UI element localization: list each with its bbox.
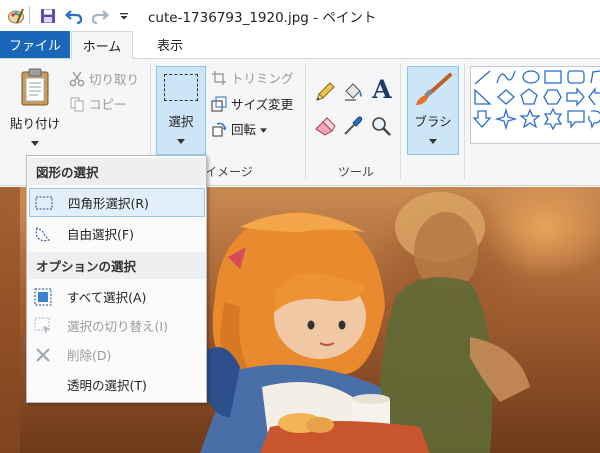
save-icon[interactable] bbox=[38, 6, 58, 26]
text-icon[interactable]: A bbox=[370, 76, 394, 104]
tools-group-label: ツール bbox=[338, 165, 375, 179]
menu-section-shape-selection: 図形の選択 bbox=[28, 158, 206, 185]
rotate-label: 回転 bbox=[231, 122, 257, 137]
copy-icon bbox=[68, 95, 86, 113]
group-separator bbox=[305, 63, 306, 179]
invert-selection-icon bbox=[32, 315, 54, 337]
select-all-icon bbox=[32, 286, 54, 308]
crop-icon bbox=[210, 69, 228, 87]
eraser-icon[interactable] bbox=[314, 115, 336, 137]
transparent-selection-icon bbox=[32, 374, 54, 396]
menu-item-label: 削除(D) bbox=[67, 348, 112, 363]
menu-item-label: 選択の切り替え(I) bbox=[67, 319, 168, 334]
shapes-gallery[interactable] bbox=[470, 66, 600, 144]
customize-dropdown-icon[interactable] bbox=[114, 6, 134, 26]
copy-label: コピー bbox=[89, 97, 127, 112]
fill-bucket-icon[interactable] bbox=[342, 81, 364, 103]
menu-item-transparent-selection[interactable]: 透明の選択(T) bbox=[29, 370, 205, 399]
shapes-grid bbox=[472, 70, 600, 131]
brushes-label: ブラシ bbox=[414, 114, 452, 129]
menu-item-label: 透明の選択(T) bbox=[67, 378, 147, 393]
menu-item-free-form-selection[interactable]: 自由選択(F) bbox=[29, 219, 205, 248]
title-bar: cute-1736793_1920.jpg - ペイント bbox=[0, 0, 600, 31]
group-separator bbox=[464, 63, 465, 179]
menu-section-selection-options: オプションの選択 bbox=[28, 252, 206, 279]
select-button[interactable]: 選択 bbox=[156, 66, 206, 155]
menu-item-select-all[interactable]: すべて選択(A) bbox=[29, 282, 205, 311]
crop-label: トリミング bbox=[231, 71, 294, 86]
crop-button[interactable]: トリミング bbox=[210, 68, 294, 87]
tab-home[interactable]: ホーム bbox=[71, 31, 133, 59]
paste-button[interactable]: 貼り付け bbox=[5, 67, 65, 155]
menu-item-rectangular-selection[interactable]: 四角形選択(R) bbox=[29, 188, 205, 217]
magnifier-icon[interactable] bbox=[370, 115, 392, 137]
delete-icon bbox=[32, 344, 54, 366]
color-picker-icon[interactable] bbox=[342, 115, 364, 137]
chevron-down-icon bbox=[5, 134, 65, 149]
chevron-down-icon bbox=[429, 133, 437, 147]
tab-file[interactable]: ファイル bbox=[0, 31, 70, 58]
chevron-down-icon bbox=[177, 133, 185, 147]
brushes-button[interactable]: ブラシ bbox=[407, 66, 459, 155]
scissors-icon bbox=[68, 70, 86, 88]
qa-separator bbox=[29, 6, 30, 24]
copy-button[interactable]: コピー bbox=[68, 94, 127, 113]
ribbon-tab-row: ファイル ホーム 表示 bbox=[0, 31, 600, 59]
paint-app-icon[interactable] bbox=[6, 6, 26, 26]
select-dropdown-menu: 図形の選択 四角形選択(R) 自由選択(F) オプションの選択 すべて選択(A)… bbox=[26, 155, 207, 403]
undo-icon[interactable] bbox=[64, 6, 84, 26]
chevron-down-icon bbox=[260, 121, 268, 136]
window-title: cute-1736793_1920.jpg - ペイント bbox=[148, 10, 377, 26]
image-group-label: イメージ bbox=[205, 165, 253, 179]
cut-label: 切り取り bbox=[89, 72, 140, 87]
menu-item-label: 四角形選択(R) bbox=[68, 196, 149, 211]
menu-item-label: 自由選択(F) bbox=[67, 227, 134, 242]
menu-item-delete[interactable]: 削除(D) bbox=[29, 340, 205, 369]
cut-button[interactable]: 切り取り bbox=[68, 69, 139, 88]
tab-view[interactable]: 表示 bbox=[140, 31, 200, 58]
paste-label: 貼り付け bbox=[9, 116, 60, 131]
rotate-button[interactable]: 回転 bbox=[210, 119, 268, 138]
redo-icon[interactable] bbox=[90, 6, 110, 26]
brush-icon bbox=[414, 73, 452, 107]
free-form-selection-icon bbox=[32, 223, 54, 245]
rotate-icon bbox=[210, 120, 228, 138]
resize-icon bbox=[210, 95, 228, 113]
rectangle-selection-icon bbox=[33, 192, 55, 214]
resize-button[interactable]: サイズ変更 bbox=[210, 94, 293, 113]
select-label: 選択 bbox=[168, 114, 194, 129]
rectangle-selection-icon bbox=[164, 74, 198, 101]
menu-item-label: すべて選択(A) bbox=[67, 290, 147, 305]
menu-item-invert-selection[interactable]: 選択の切り替え(I) bbox=[29, 311, 205, 340]
group-separator bbox=[400, 63, 401, 179]
pencil-icon[interactable] bbox=[314, 81, 336, 103]
clipboard-icon bbox=[17, 67, 53, 107]
resize-label: サイズ変更 bbox=[231, 97, 294, 112]
